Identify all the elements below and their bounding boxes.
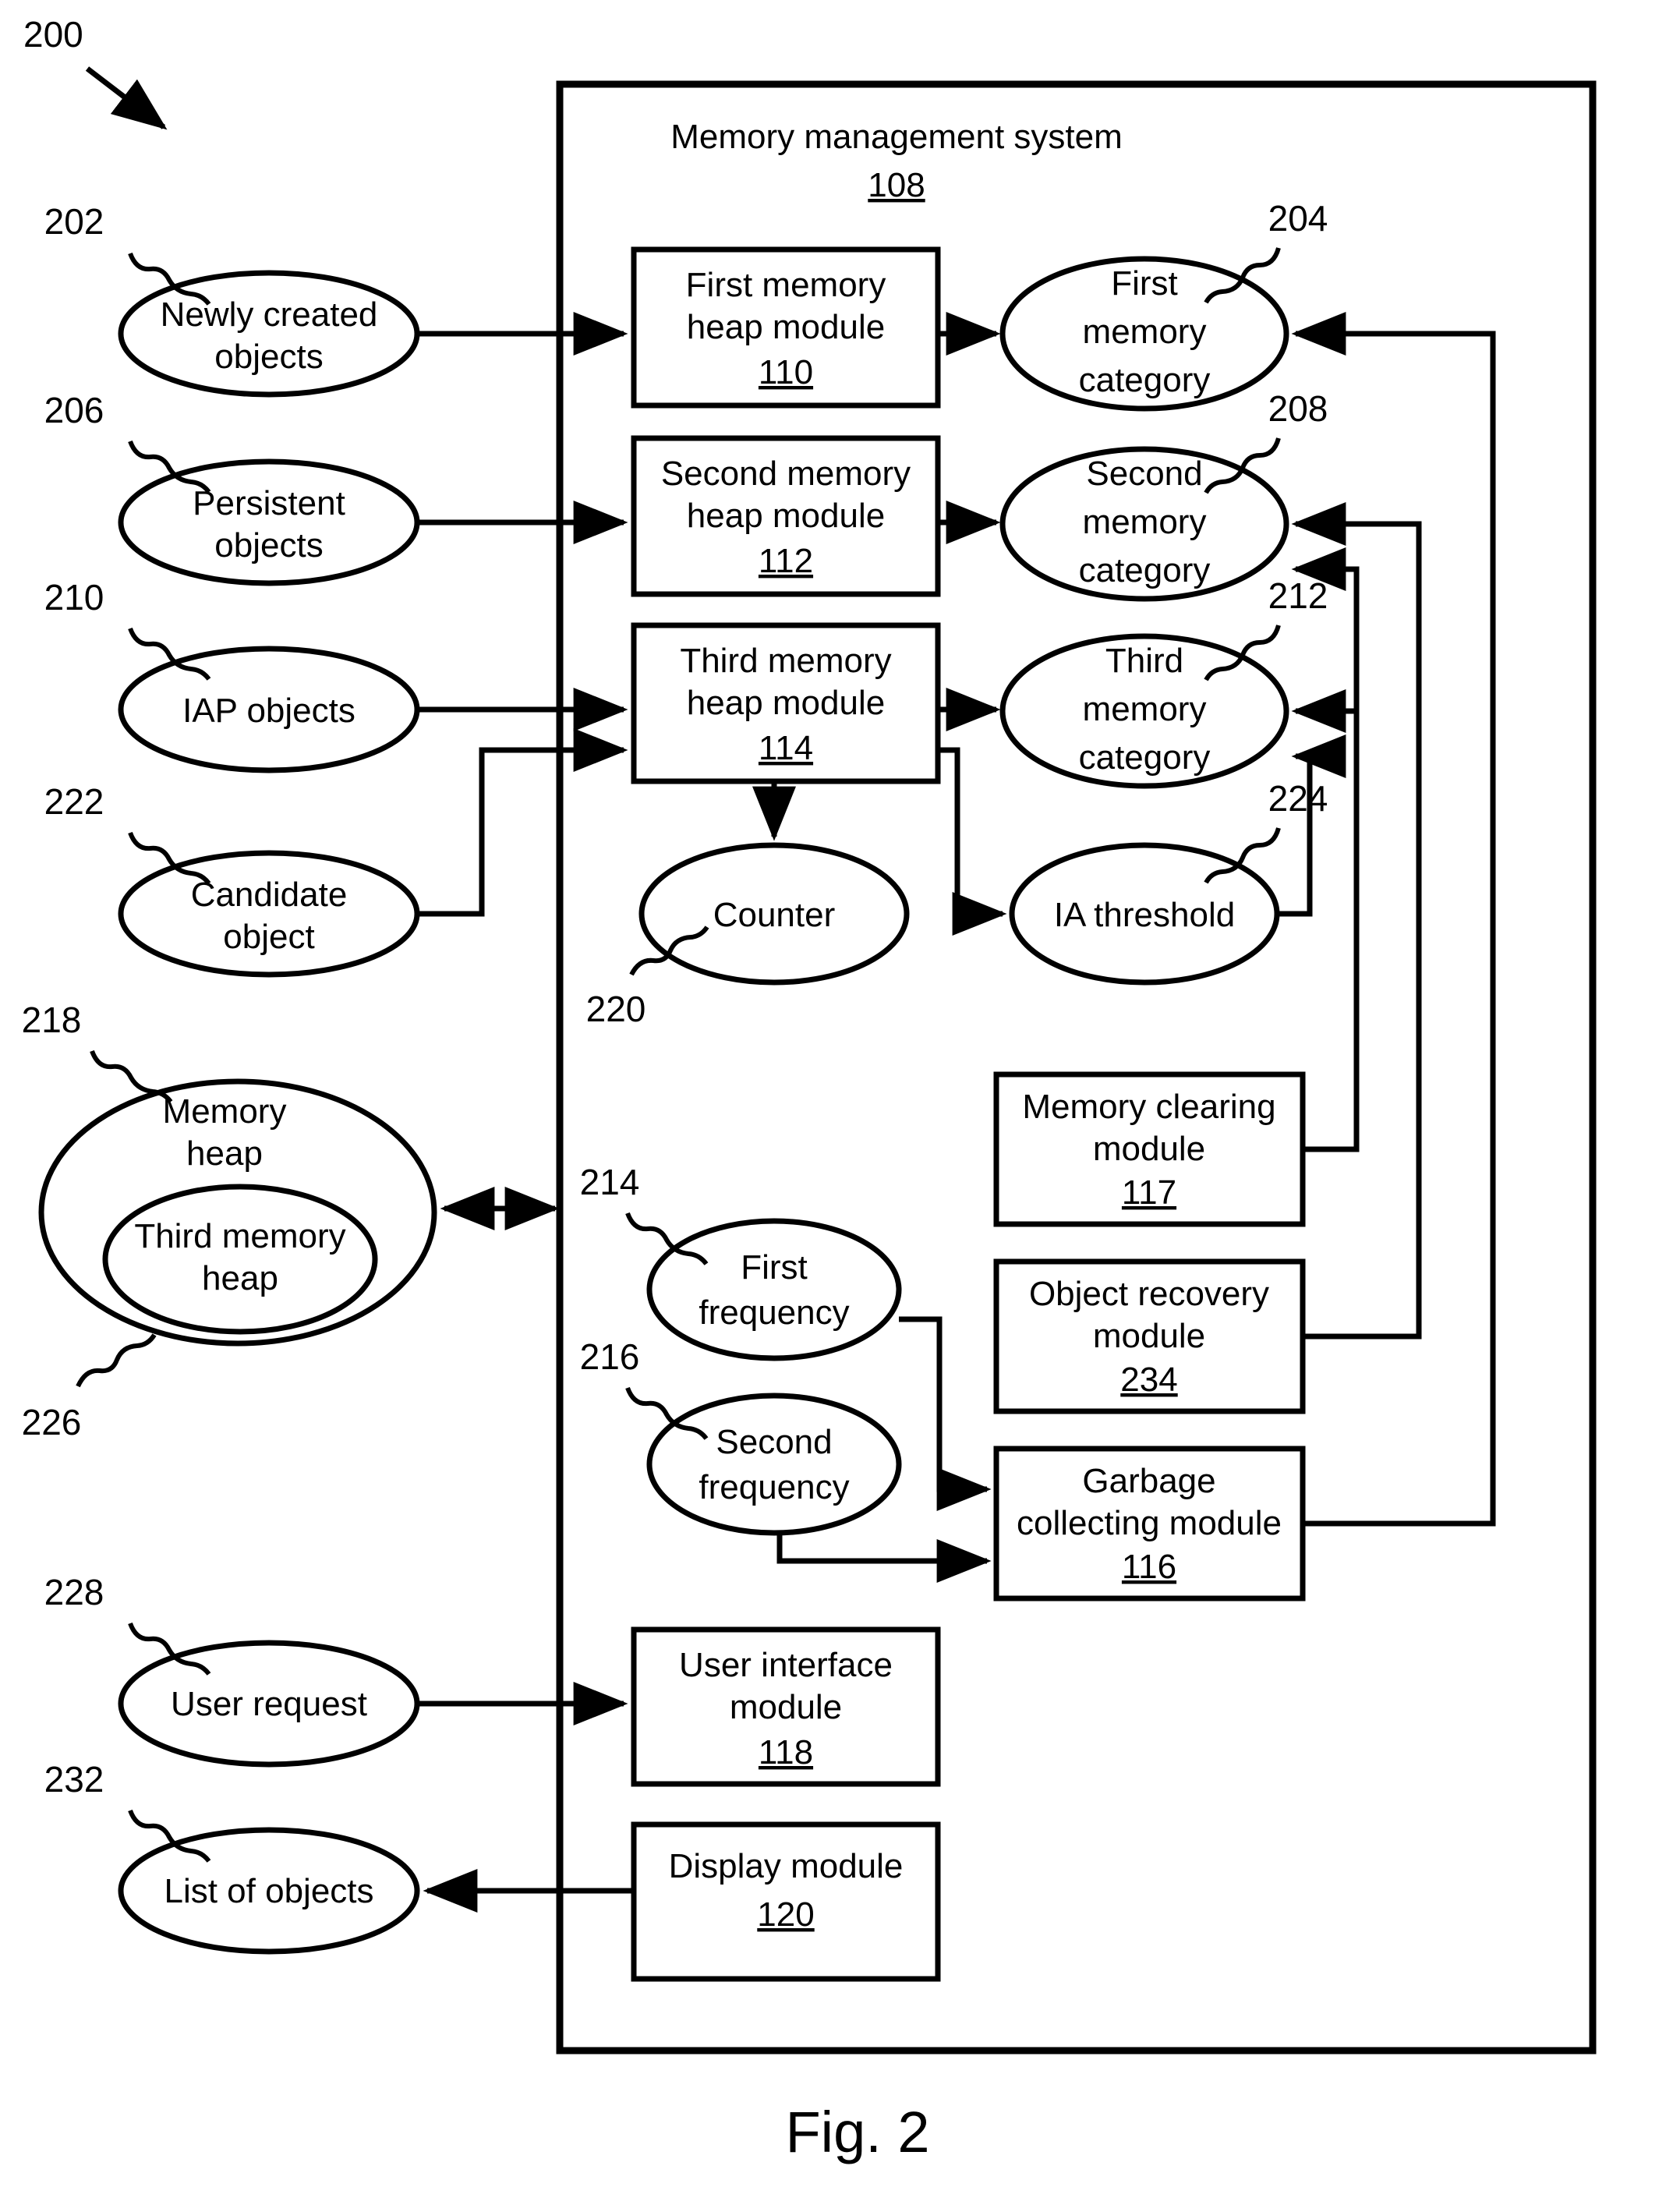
ref-232: 232 <box>44 1759 104 1800</box>
display-module-ref: 120 <box>757 1895 814 1934</box>
iap-objects-label: IAP objects <box>182 692 355 730</box>
memory-clearing-module-ref: 117 <box>1122 1173 1176 1212</box>
ref-224: 224 <box>1268 778 1328 819</box>
ref-218: 218 <box>22 1000 82 1040</box>
counter-label: Counter <box>713 896 836 934</box>
memory-heap-label-2: heap <box>186 1134 263 1173</box>
user-interface-module-ref: 118 <box>759 1733 813 1771</box>
first-memory-category-label-1: First <box>1111 264 1178 303</box>
persistent-objects-ellipse[interactable] <box>118 458 420 586</box>
persistent-objects-label-1: Persistent <box>193 484 345 522</box>
user-request-label: User request <box>171 1685 367 1723</box>
newly-created-objects-label-2: objects <box>214 338 323 376</box>
persistent-objects-label-2: objects <box>214 526 323 565</box>
object-recovery-module-label-1: Object recovery <box>1029 1275 1269 1313</box>
garbage-collecting-module-label-1: Garbage <box>1082 1462 1215 1500</box>
object-recovery-module-label-2: module <box>1093 1317 1205 1355</box>
second-frequency-label-1: Second <box>716 1423 832 1461</box>
third-memory-heap-module-label-2: heap module <box>687 684 885 722</box>
second-memory-category-label-3: category <box>1079 551 1211 589</box>
third-memory-category-label-2: memory <box>1083 690 1207 728</box>
display-module-label-1: Display module <box>669 1847 904 1885</box>
second-memory-heap-module-label-1: Second memory <box>661 455 911 493</box>
first-frequency-label-1: First <box>741 1248 808 1286</box>
second-memory-heap-module-label-2: heap module <box>687 497 885 535</box>
memory-clearing-module-label-1: Memory clearing <box>1022 1088 1275 1126</box>
first-memory-category-label-3: category <box>1079 361 1211 399</box>
first-frequency-label-2: frequency <box>699 1294 849 1332</box>
second-memory-category-label-1: Second <box>1086 455 1202 493</box>
ref-226: 226 <box>22 1402 82 1442</box>
ref-208: 208 <box>1268 388 1328 429</box>
list-of-objects-label: List of objects <box>164 1872 373 1910</box>
third-memory-category-label-1: Third <box>1105 642 1183 680</box>
ref-204: 204 <box>1268 198 1328 239</box>
third-memory-heap-label-1: Third memory <box>134 1217 345 1255</box>
ref-202: 202 <box>44 201 104 242</box>
third-memory-heap-module-label-1: Third memory <box>680 642 891 680</box>
first-memory-category-label-2: memory <box>1083 313 1207 351</box>
memory-heap-label-1: Memory <box>163 1092 287 1131</box>
user-interface-module-label-1: User interface <box>679 1646 893 1684</box>
object-recovery-module-ref: 234 <box>1120 1361 1177 1399</box>
ref-210: 210 <box>44 577 104 618</box>
ref-214: 214 <box>580 1162 640 1202</box>
ref-212: 212 <box>1268 575 1328 616</box>
ia-threshold-label: IA threshold <box>1054 896 1235 934</box>
candidate-object-label-1: Candidate <box>191 876 348 914</box>
second-memory-category-label-2: memory <box>1083 503 1207 541</box>
memory-clearing-module-label-2: module <box>1093 1130 1205 1168</box>
ref-228: 228 <box>44 1572 104 1612</box>
user-interface-module-label-2: module <box>730 1688 842 1726</box>
container-title: Memory management system <box>670 118 1123 156</box>
second-frequency-label-2: frequency <box>699 1468 849 1506</box>
third-memory-heap-label-2: heap <box>202 1259 278 1297</box>
candidate-object-ellipse[interactable] <box>118 850 420 978</box>
figure-ref-arrow <box>85 66 168 130</box>
first-frequency-ellipse[interactable] <box>646 1218 902 1361</box>
ref-220: 220 <box>586 989 646 1029</box>
garbage-collecting-module-label-2: collecting module <box>1017 1504 1282 1542</box>
patent-figure-page: 200 202 206 210 222 218 226 228 232 204 … <box>0 0 1673 2212</box>
third-memory-heap-module-ref: 114 <box>759 729 813 767</box>
ref-200: 200 <box>23 14 83 55</box>
newly-created-objects-label-1: Newly created <box>161 296 378 334</box>
first-memory-heap-module-label-1: First memory <box>686 266 886 304</box>
ref-216: 216 <box>580 1336 640 1377</box>
second-memory-heap-module-ref: 112 <box>759 542 813 580</box>
container-ref: 108 <box>868 166 925 204</box>
ref-222: 222 <box>44 781 104 822</box>
third-memory-category-label-3: category <box>1079 738 1211 777</box>
candidate-object-label-2: object <box>223 918 314 956</box>
second-frequency-ellipse[interactable] <box>646 1393 902 1536</box>
newly-created-objects-ellipse[interactable] <box>118 270 420 398</box>
first-memory-heap-module-ref: 110 <box>759 353 813 391</box>
first-memory-heap-module-label-2: heap module <box>687 308 885 346</box>
figure-caption: Fig. 2 <box>785 2100 929 2164</box>
garbage-collecting-module-ref: 116 <box>1122 1548 1176 1586</box>
ref-206: 206 <box>44 390 104 430</box>
